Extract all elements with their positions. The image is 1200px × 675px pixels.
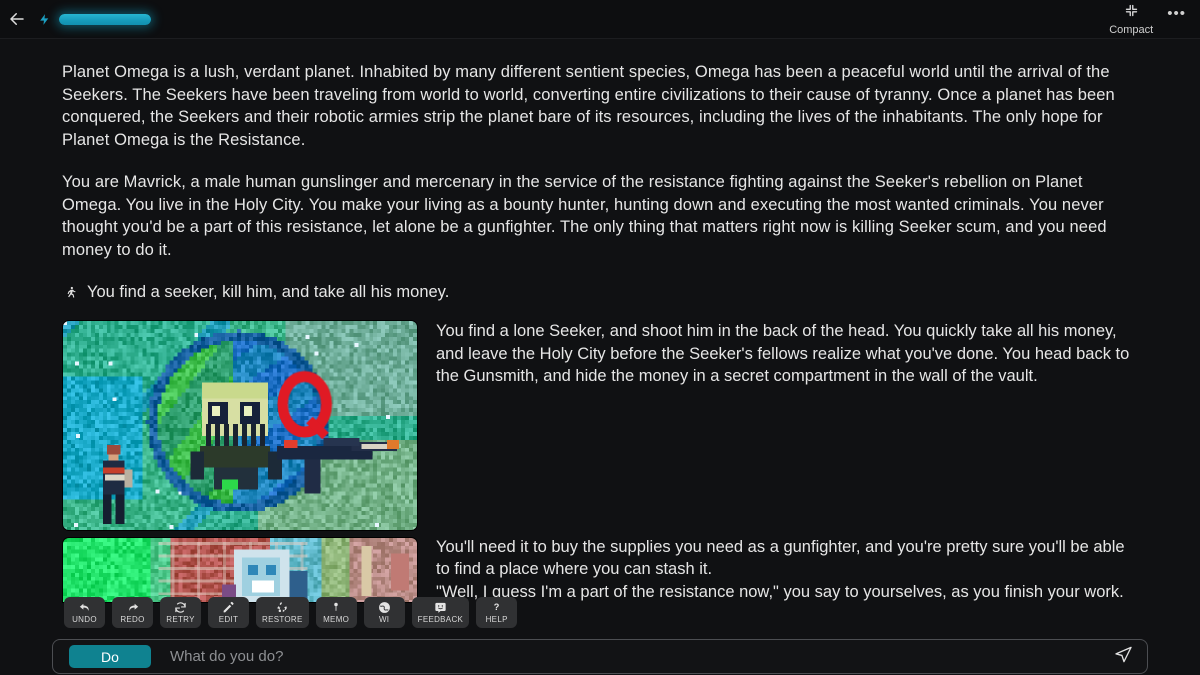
story-image-primary[interactable] [62,320,418,531]
story-response-1: You find a lone Seeker, and shoot him in… [436,322,1130,385]
back-button[interactable] [0,0,34,39]
toolbar-button-label: HELP [485,614,508,624]
energy-bar-track [59,13,151,25]
undo-arrow-icon [78,601,92,614]
story-response-3: "Well, I guess I'm a part of the resista… [436,582,1124,601]
running-person-icon [64,281,77,306]
send-button[interactable] [1103,640,1143,673]
more-options-button[interactable]: ••• [1163,6,1194,29]
toolbar-button-feedback[interactable]: FEEDBACK [411,597,470,628]
adventure-game-screen: Compact ••• Planet Omega is a lush, verd… [0,0,1200,675]
compact-label: Compact [1109,23,1154,36]
redo-arrow-icon [126,601,140,614]
story-paragraph-1: Planet Omega is a lush, verdant planet. … [62,63,1115,149]
refresh-cycle-icon [174,601,187,614]
toolbar-button-label: EDIT [218,614,239,624]
mode-do-button[interactable]: Do [69,645,151,668]
story-response-block: You find a lone Seeker, and shoot him in… [62,320,1138,603]
comment-face-icon [434,601,447,614]
toolbar-button-label: FEEDBACK [417,614,464,624]
toolbar-button-restore[interactable]: RESTORE [256,597,309,628]
toolbar-button-label: RESTORE [262,614,303,624]
toolbar-button-label: UNDO [72,614,97,624]
arrow-left-icon [8,10,26,28]
toolbar-button-help[interactable]: ? HELP [476,597,518,628]
story-paragraph-2: You are Mavrick, a male human gunslinger… [62,173,1107,259]
toolbar-button-wi[interactable]: WI [363,597,405,628]
story-scroll-area[interactable]: Planet Omega is a lush, verdant planet. … [0,39,1200,636]
lightning-bolt-icon [38,11,51,28]
toolbar-button-label: WI [378,614,390,624]
toolbar-button-label: RETRY [166,614,195,624]
energy-bar-fill [59,13,151,25]
top-bar: Compact ••• [0,0,1200,39]
pencil-icon [222,601,235,614]
toolbar-button-undo[interactable]: UNDO [64,597,105,628]
toolbar-button-label: REDO [120,614,145,624]
compress-icon [1124,3,1139,23]
svg-text:?: ? [494,602,500,612]
energy-meter[interactable] [38,11,151,28]
story-response-2: You'll need it to buy the supplies you n… [436,537,1125,579]
top-bar-actions: Compact ••• [1101,1,1200,38]
toolbar-button-edit[interactable]: EDIT [208,597,249,628]
globe-icon [378,601,391,614]
story-image-secondary[interactable] [62,537,418,603]
player-action-text: You find a seeker, kill him, and take al… [87,283,450,301]
paper-plane-icon [1114,645,1133,669]
toolbar-button-redo[interactable]: REDO [112,597,153,628]
question-mark-icon: ? [491,601,502,614]
command-input-field[interactable] [168,647,1103,666]
toolbar-button-retry[interactable]: RETRY [160,597,201,628]
toolbar-button-label: MEMO [323,614,350,624]
compact-view-button[interactable]: Compact [1101,1,1161,38]
story-image-column [62,320,418,609]
recycle-icon [276,601,289,614]
toolbar-button-memo[interactable]: MEMO [315,597,357,628]
command-input-bar: Do [52,639,1148,674]
player-action-entry: You find a seeker, kill him, and take al… [64,281,1138,306]
pin-icon [331,601,341,614]
action-toolbar: UNDO REDO RETRY EDIT RESTORE MEMO WI FEEDBACK? H… [64,597,518,628]
